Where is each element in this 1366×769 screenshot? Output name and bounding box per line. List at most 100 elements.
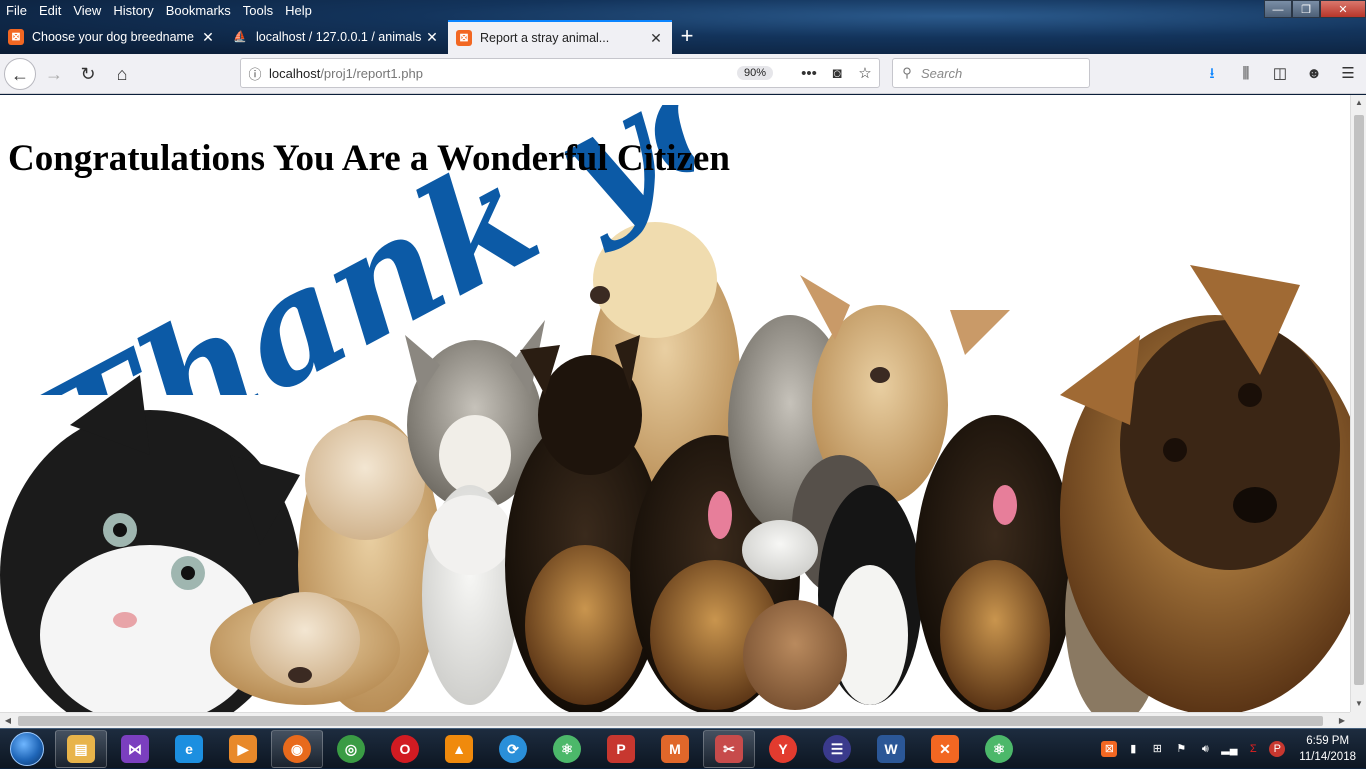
eclipse-icon: ☰ <box>823 734 851 763</box>
windows-logo-icon <box>10 731 44 766</box>
media-player-icon: ▶ <box>229 734 257 763</box>
browser-titlebar: File Edit View History Bookmarks Tools H… <box>0 0 1366 54</box>
taskbar-app-file-explorer[interactable]: ▤ <box>55 729 107 768</box>
clock-time: 6:59 PM <box>1306 735 1350 747</box>
menu-edit[interactable]: Edit <box>33 0 67 20</box>
taskbar-app-opera[interactable]: O <box>379 730 431 768</box>
close-window-button[interactable]: ✕ <box>1320 0 1366 18</box>
taskbar-app-matlab[interactable]: M <box>649 730 701 768</box>
menu-bookmarks[interactable]: Bookmarks <box>160 0 237 20</box>
taskbar-app-atom-editor-2[interactable]: ⚛ <box>973 730 1025 768</box>
sidebar-icon[interactable]: ◫ <box>1268 62 1292 86</box>
tab-label: Report a stray animal... <box>480 31 610 45</box>
taskbar-app-p-app[interactable]: P <box>595 730 647 768</box>
extension-icon[interactable]: ☻ <box>1302 62 1326 86</box>
menu-file[interactable]: File <box>0 0 33 20</box>
xampp-icon: ✕ <box>931 734 959 763</box>
vertical-scroll-thumb[interactable] <box>1354 115 1364 685</box>
opera-icon: O <box>391 734 419 763</box>
scroll-left-arrow-icon[interactable]: ◀ <box>0 713 16 729</box>
download-icon[interactable]: ⭳ <box>1200 62 1224 86</box>
search-bar[interactable]: ⚲ Search <box>892 58 1090 88</box>
navigation-toolbar: ← → ↻ ⌂ ⓘ localhost/proj1/report1.php 90… <box>0 54 1366 94</box>
maximize-button[interactable]: ❐ <box>1292 0 1320 18</box>
menu-tools[interactable]: Tools <box>237 0 279 20</box>
chrome-icon: ◎ <box>337 734 365 763</box>
taskbar-app-visual-studio[interactable]: ⋈ <box>109 730 161 768</box>
info-icon[interactable]: ⓘ <box>241 64 269 83</box>
scroll-down-arrow-icon[interactable]: ▼ <box>1351 696 1366 712</box>
taskbar-app-word[interactable]: W <box>865 730 917 768</box>
forward-button[interactable]: → <box>38 58 70 90</box>
search-placeholder: Search <box>921 65 963 81</box>
page-title: Congratulations You Are a Wonderful Citi… <box>8 138 730 179</box>
system-tray: ⊠ ▮ ⊞ ⚑ 🔊︎ ▂▄ Σ P 6:59 PM 11/14/2018 <box>1101 729 1366 769</box>
start-button[interactable] <box>0 729 54 769</box>
window-controls: — ❐ ✕ <box>1264 0 1366 18</box>
new-tab-button[interactable]: + <box>672 20 702 54</box>
p-app-icon: P <box>607 734 635 763</box>
tab-label: Choose your dog breedname <box>32 30 194 44</box>
network-share-icon[interactable]: ⊞ <box>1149 741 1165 757</box>
firefox-icon: ◉ <box>283 734 311 763</box>
close-tab-icon[interactable]: ✕ <box>424 29 440 46</box>
signal-icon[interactable]: ▂▄ <box>1221 741 1237 757</box>
taskbar-app-chrome[interactable]: ◎ <box>325 730 377 768</box>
tab-choose-dog[interactable]: ⊠ Choose your dog breedname ✕ <box>0 20 224 54</box>
bookmark-star-icon[interactable]: ☆ <box>851 64 879 82</box>
search-icon: ⚲ <box>902 65 912 80</box>
tab-phpmyadmin[interactable]: ⛵ localhost / 127.0.0.1 / animals / ✕ <box>224 20 448 54</box>
clock-date: 11/14/2018 <box>1299 751 1356 763</box>
visual-studio-icon: ⋈ <box>121 734 149 763</box>
taskbar-app-snipping-tool[interactable]: ✂ <box>703 729 755 768</box>
flag-icon[interactable]: ⚑ <box>1173 741 1189 757</box>
antivirus-icon[interactable]: Σ <box>1245 741 1261 757</box>
page-actions-icon[interactable]: ••• <box>795 65 823 82</box>
home-button[interactable]: ⌂ <box>106 58 138 90</box>
taskbar-app-vlc[interactable]: ▲ <box>433 730 485 768</box>
phpmyadmin-favicon-icon: ⛵ <box>233 31 247 43</box>
url-text[interactable]: localhost/proj1/report1.php <box>269 66 737 81</box>
scroll-up-arrow-icon[interactable]: ▲ <box>1351 95 1366 111</box>
tab-strip: ⊠ Choose your dog breedname ✕ ⛵ localhos… <box>0 20 702 54</box>
vlc-icon: ▲ <box>445 734 473 763</box>
p-tray-icon[interactable]: P <box>1269 741 1286 757</box>
xampp-tray-icon[interactable]: ⊠ <box>1101 741 1118 757</box>
file-explorer-icon: ▤ <box>67 734 95 763</box>
taskbar-app-media-player[interactable]: ▶ <box>217 730 269 768</box>
clock[interactable]: 6:59 PM 11/14/2018 <box>1299 733 1356 765</box>
atom-editor-icon: ⚛ <box>553 734 581 763</box>
hamburger-menu-icon[interactable]: ☰ <box>1336 62 1360 86</box>
menu-view[interactable]: View <box>67 0 107 20</box>
taskbar-app-yandex[interactable]: Y <box>757 730 809 768</box>
tab-report-stray[interactable]: ⊠ Report a stray animal... ✕ <box>448 20 672 54</box>
page-viewport: Thank you! Congratulations You Are a Won… <box>0 95 1350 712</box>
vertical-scrollbar[interactable]: ▲ ▼ <box>1350 95 1366 712</box>
word-icon: W <box>877 734 905 763</box>
taskbar-app-atom-editor[interactable]: ⚛ <box>541 730 593 768</box>
usb-icon[interactable]: ▮ <box>1125 741 1141 757</box>
taskbar-app-eclipse[interactable]: ☰ <box>811 730 863 768</box>
horizontal-scroll-thumb[interactable] <box>18 716 1323 726</box>
taskbar-app-sync-app[interactable]: ⟳ <box>487 730 539 768</box>
url-bar[interactable]: ⓘ localhost/proj1/report1.php 90% ••• ◙ … <box>240 58 880 88</box>
close-tab-icon[interactable]: ✕ <box>200 29 216 46</box>
taskbar-app-internet-explorer[interactable]: e <box>163 730 215 768</box>
back-button[interactable]: ← <box>4 57 36 90</box>
url-path: /proj1/report1.php <box>320 65 423 81</box>
atom-editor-2-icon: ⚛ <box>985 734 1013 763</box>
menu-help[interactable]: Help <box>279 0 318 20</box>
close-tab-icon[interactable]: ✕ <box>648 30 664 47</box>
reload-button[interactable]: ↻ <box>72 58 104 90</box>
pocket-icon[interactable]: ◙ <box>823 65 851 82</box>
scroll-right-arrow-icon[interactable]: ▶ <box>1334 713 1350 729</box>
taskbar-app-xampp[interactable]: ✕ <box>919 730 971 768</box>
volume-icon[interactable]: 🔊︎ <box>1197 741 1213 757</box>
library-icon[interactable]: ⫼ <box>1234 62 1258 86</box>
minimize-button[interactable]: — <box>1264 0 1292 18</box>
zoom-indicator[interactable]: 90% <box>736 66 773 80</box>
internet-explorer-icon: e <box>175 734 203 763</box>
menu-history[interactable]: History <box>107 0 159 20</box>
taskbar-app-firefox[interactable]: ◉ <box>271 729 323 768</box>
horizontal-scrollbar[interactable]: ◀ ▶ <box>0 712 1350 728</box>
